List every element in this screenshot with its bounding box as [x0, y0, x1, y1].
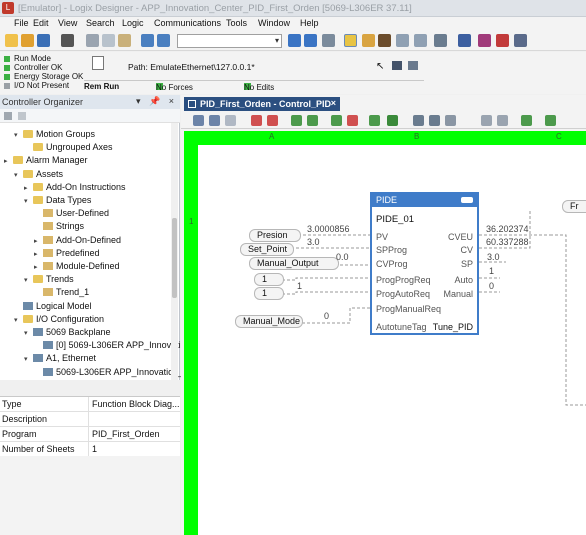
pin-cveu: CVEU: [447, 232, 473, 242]
autotune-tag-value: Tune_PID: [432, 322, 473, 332]
wire-value-cvprog: 0.0: [336, 252, 349, 262]
input-ref-presion[interactable]: Presion: [249, 229, 301, 242]
wire-value-spprog: 3.0: [307, 237, 320, 247]
output-value-auto: 1: [489, 266, 495, 276]
wire-value-progautoreq: 1: [297, 281, 303, 291]
wire-value-pv: 3.0000856: [307, 224, 350, 234]
output-value-manual: 0: [489, 281, 495, 291]
pide-instance-name: PIDE_01: [376, 214, 415, 225]
pin-sp: SP: [460, 259, 473, 269]
input-ref-set-point[interactable]: Set_Point: [240, 243, 294, 256]
output-value-cv: 60.337288: [486, 237, 529, 247]
input-ref-manual-mode[interactable]: Manual_Mode: [235, 315, 303, 328]
wire-value-manual-mode: 0: [324, 311, 330, 321]
pin-progprogreq: ProgProgReq: [376, 275, 431, 285]
pin-autotunetag: AutotuneTag: [376, 322, 427, 332]
pin-progmanualreq: ProgManualReq: [376, 304, 442, 314]
input-ref-constant-1[interactable]: 1: [254, 273, 284, 286]
pide-function-block[interactable]: PIDE PIDE_01 PV SPProg CVProg ProgProgRe…: [370, 192, 479, 335]
output-value-sp: 3.0: [487, 252, 500, 262]
pin-spprog: SPProg: [376, 245, 408, 255]
pin-progautoreq: ProgAutoReq: [376, 289, 431, 299]
input-ref-constant-2[interactable]: 1: [254, 287, 284, 300]
output-value-cveu: 36.202374: [486, 224, 529, 234]
pide-header: PIDE: [372, 194, 477, 207]
pin-auto: Auto: [454, 275, 473, 285]
input-ref-manual-output[interactable]: Manual_Output: [249, 257, 339, 270]
pin-cvprog: CVProg: [376, 259, 408, 269]
pin-pv: PV: [376, 232, 389, 242]
pin-manual: Manual: [443, 289, 473, 299]
block-properties-icon[interactable]: [461, 197, 473, 203]
pin-cv: CV: [460, 245, 473, 255]
output-ref-clipped[interactable]: Fr: [562, 200, 586, 213]
